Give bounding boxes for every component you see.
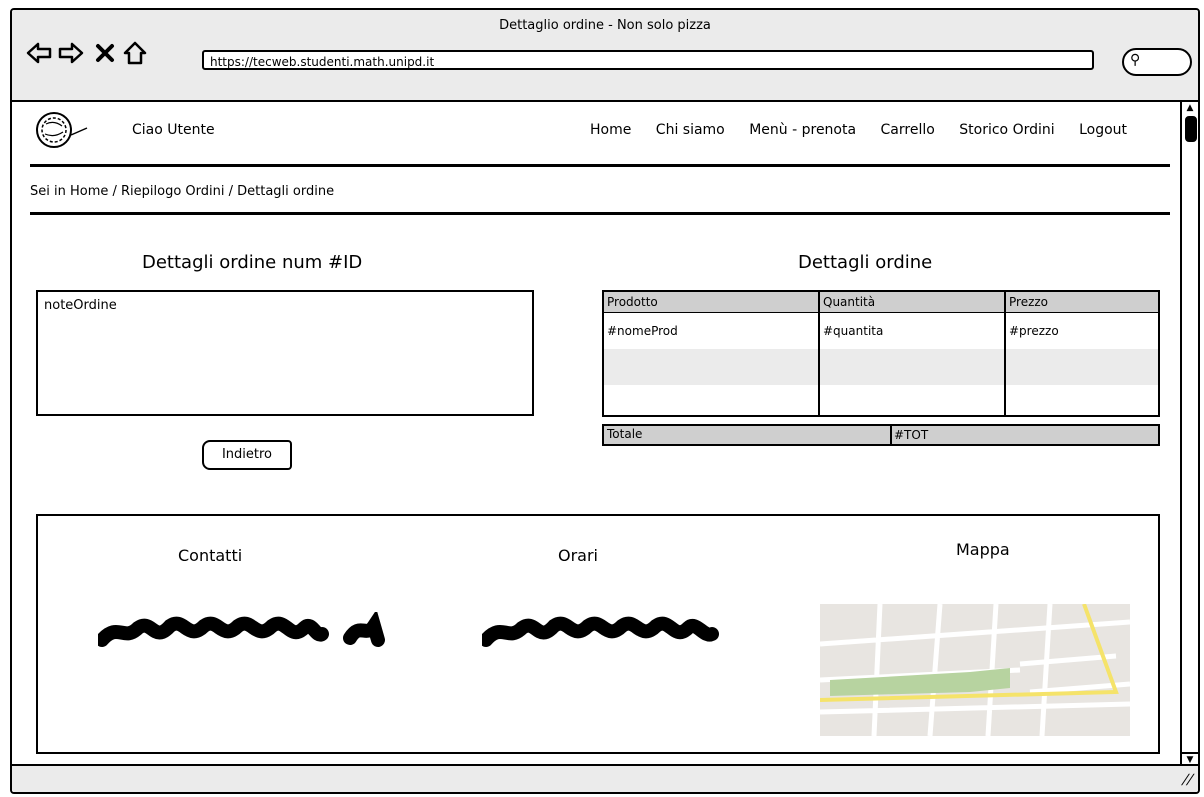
table-cell: [602, 349, 820, 385]
browser-chrome: Dettaglio ordine - Non solo pizza https:…: [12, 10, 1198, 102]
total-value: #TOT: [890, 426, 928, 444]
order-id-heading: Dettagli ordine num #ID: [142, 252, 363, 273]
contacts-scribble: [98, 612, 385, 647]
hours-scribble: [482, 616, 719, 647]
column-header: Quantità: [818, 290, 1006, 313]
window-title: Dettaglio ordine - Non solo pizza: [499, 18, 711, 33]
stop-icon[interactable]: [92, 40, 118, 66]
address-bar[interactable]: https://tecweb.studenti.math.unipd.it: [202, 50, 1094, 70]
footer: Contatti Orari Mappa: [36, 514, 1160, 754]
table-cell: [1004, 349, 1160, 385]
table-header-row: Prodotto Quantità Prezzo: [602, 290, 1160, 313]
table-row: #nomeProd #quantita #prezzo: [602, 312, 1160, 349]
table-row: [602, 349, 1160, 385]
total-label: Totale: [607, 427, 643, 441]
table-cell: [818, 349, 1006, 385]
table-cell: #quantita: [818, 312, 1006, 349]
map-graphic: [820, 604, 1130, 736]
breadcrumb-divider: [30, 212, 1170, 215]
back-button[interactable]: Indietro: [202, 440, 292, 470]
table-cell: [602, 385, 820, 417]
status-bar: //: [12, 764, 1198, 792]
map-heading: Mappa: [956, 540, 1010, 559]
table-cell: #nomeProd: [602, 312, 820, 349]
vertical-scrollbar[interactable]: ▲ ▼: [1180, 102, 1198, 766]
nav-chi-siamo[interactable]: Chi siamo: [656, 122, 725, 138]
nav-menu-prenota[interactable]: Menù - prenota: [749, 122, 856, 138]
nav-logout[interactable]: Logout: [1079, 122, 1127, 138]
order-notes-text: noteOrdine: [44, 298, 117, 313]
table-cell: [1004, 385, 1160, 417]
table-cell: [818, 385, 1006, 417]
back-arrow-icon[interactable]: [26, 40, 52, 66]
home-icon[interactable]: [122, 40, 148, 66]
nav-home[interactable]: Home: [590, 122, 631, 138]
order-items-table: Prodotto Quantità Prezzo #nomeProd #quan…: [602, 290, 1160, 417]
user-greeting: Ciao Utente: [132, 122, 215, 138]
table-row: [602, 385, 1160, 417]
scroll-thumb[interactable]: [1185, 116, 1197, 142]
main-nav: Home Chi siamo Menù - prenota Carrello S…: [590, 122, 1147, 138]
nav-carrello[interactable]: Carrello: [881, 122, 935, 138]
order-total-row: Totale #TOT: [602, 424, 1160, 446]
table-cell: #prezzo: [1004, 312, 1160, 349]
browser-search-button[interactable]: ⚲: [1122, 48, 1192, 76]
page-content: Ciao Utente Home Chi siamo Menù - prenot…: [12, 102, 1178, 766]
header-divider: [30, 164, 1170, 167]
scroll-up-icon[interactable]: ▲: [1182, 102, 1198, 114]
order-details-heading: Dettagli ordine: [798, 252, 933, 273]
forward-arrow-icon[interactable]: [58, 40, 84, 66]
breadcrumb: Sei in Home / Riepilogo Ordini / Dettagl…: [30, 184, 335, 199]
column-header: Prodotto: [602, 290, 820, 313]
search-icon: ⚲: [1130, 52, 1141, 68]
hours-heading: Orari: [558, 546, 598, 565]
browser-window: Dettaglio ordine - Non solo pizza https:…: [10, 8, 1200, 794]
pizza-logo[interactable]: [34, 110, 88, 150]
map-image[interactable]: [820, 604, 1130, 736]
contacts-heading: Contatti: [178, 546, 243, 565]
column-header: Prezzo: [1004, 290, 1160, 313]
nav-storico-ordini[interactable]: Storico Ordini: [959, 122, 1054, 138]
resize-grip-icon[interactable]: //: [1180, 772, 1195, 788]
order-notes-field[interactable]: noteOrdine: [36, 290, 534, 416]
